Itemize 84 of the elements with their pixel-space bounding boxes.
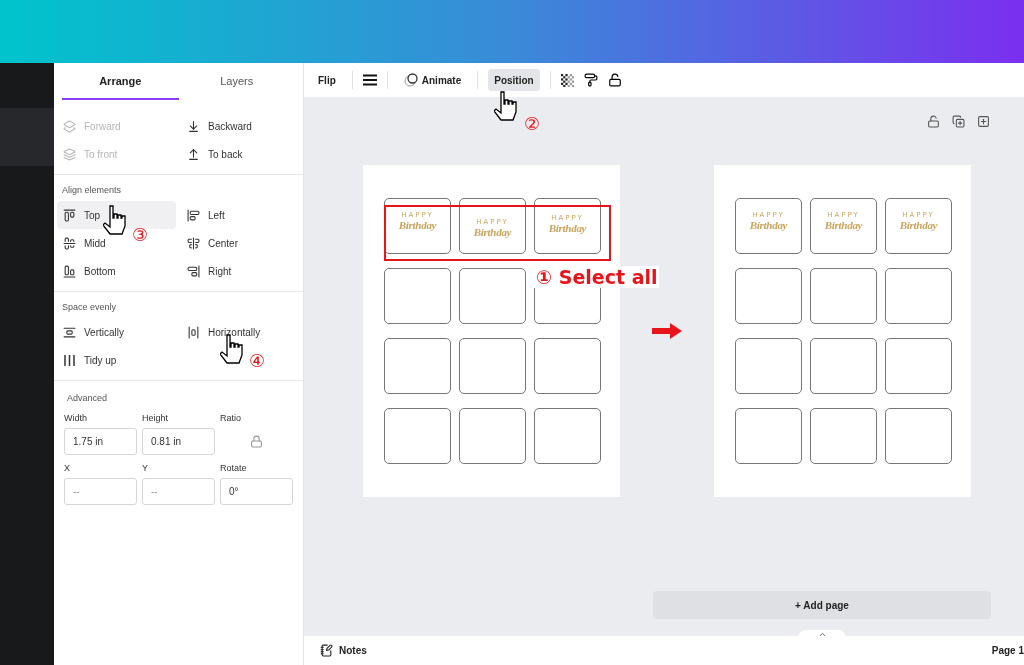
field-label: X (64, 463, 71, 473)
empty-card (384, 408, 451, 464)
order-action[interactable]: Backward (181, 112, 300, 140)
animate-button[interactable]: Animate (397, 69, 468, 91)
input-field[interactable]: -- (64, 478, 137, 505)
lock-icon[interactable] (250, 435, 263, 448)
field-label: Width (64, 413, 88, 423)
section-title: Advanced (66, 392, 109, 403)
space-vertical-icon (63, 325, 76, 339)
empty-card (459, 268, 526, 324)
panel-tab[interactable]: Layers (178, 63, 295, 100)
birthday-text: Birthday (398, 219, 437, 232)
panel-tab[interactable]: Arrange (62, 63, 179, 100)
section-title: Space evenly (61, 301, 118, 314)
input-field[interactable]: 0° (220, 478, 293, 505)
hand-cursor-icon (103, 204, 129, 238)
birthday-text: Birthday (824, 219, 863, 232)
align-option[interactable]: Bottom (57, 257, 176, 285)
empty-card (534, 408, 601, 464)
birthday-text: Birthday (749, 219, 788, 232)
square-plus-icon[interactable] (977, 115, 990, 128)
empty-card (885, 338, 952, 394)
empty-card (885, 408, 952, 464)
vertical-bars-icon (63, 353, 76, 367)
checkerboard-icon[interactable] (560, 73, 574, 87)
input-field[interactable]: 0.81 in (142, 428, 215, 455)
empty-card (810, 268, 877, 324)
layers-icon (63, 147, 76, 161)
chevron-up-icon (817, 630, 827, 639)
birthday-text: Birthday (899, 219, 938, 232)
spacing-option[interactable]: Vertically (57, 318, 176, 346)
flip-button[interactable]: Flip (312, 69, 342, 91)
lines-icon[interactable] (362, 74, 377, 86)
align-center-icon (187, 236, 200, 250)
empty-card (810, 338, 877, 394)
order-action[interactable]: To back (181, 140, 300, 168)
select-all-annotation: ① Select all (534, 266, 660, 288)
step-number: ② (524, 115, 541, 133)
step-number: ④ (249, 352, 266, 370)
align-right-icon (187, 264, 200, 278)
align-option[interactable]: Left (181, 201, 300, 229)
empty-card (459, 408, 526, 464)
notebook-pen-icon (320, 644, 333, 657)
notes-button[interactable]: Notes (314, 643, 373, 658)
align-middle-icon (63, 236, 76, 250)
empty-card (534, 338, 601, 394)
input-field[interactable]: 1.75 in (64, 428, 137, 455)
arrow-down-line-icon (187, 119, 200, 133)
layers-icon (63, 119, 76, 133)
spacing-option[interactable]: Horizontally (181, 318, 300, 346)
empty-card (459, 338, 526, 394)
empty-card (735, 408, 802, 464)
field-label: Y (142, 463, 149, 473)
step-number: ③ (132, 226, 149, 244)
spacing-option[interactable]: Tidy up (57, 346, 176, 374)
align-bottom-icon (63, 264, 76, 278)
birthday-text: Birthday (473, 226, 512, 239)
circles-icon (403, 73, 418, 87)
paint-roller-icon[interactable] (583, 73, 598, 87)
empty-card (384, 338, 451, 394)
arrow-icon (650, 323, 684, 339)
add-page-button[interactable]: + Add page (653, 591, 991, 619)
align-option[interactable]: Top (57, 201, 176, 229)
field-label: Rotate (220, 463, 248, 473)
birthday-text: Birthday (548, 222, 587, 235)
empty-card (384, 268, 451, 324)
empty-card (735, 338, 802, 394)
input-field[interactable]: -- (142, 478, 215, 505)
align-left-icon (187, 208, 200, 222)
align-option[interactable]: Center (181, 229, 300, 257)
empty-card (885, 268, 952, 324)
align-top-icon (63, 208, 76, 222)
align-option[interactable]: Right (181, 257, 300, 285)
copy-plus-icon[interactable] (952, 115, 965, 128)
empty-card (735, 268, 802, 324)
field-label: Height (142, 413, 169, 423)
page-indicator: Page 1 (991, 645, 1024, 656)
unlocked-icon[interactable] (607, 73, 622, 87)
position-button[interactable]: Position (488, 69, 540, 91)
field-label: Ratio (220, 413, 242, 423)
empty-card (810, 408, 877, 464)
space-horizontal-icon (187, 325, 200, 339)
section-title: Align elements (61, 184, 123, 197)
arrow-up-line-icon (187, 147, 200, 161)
